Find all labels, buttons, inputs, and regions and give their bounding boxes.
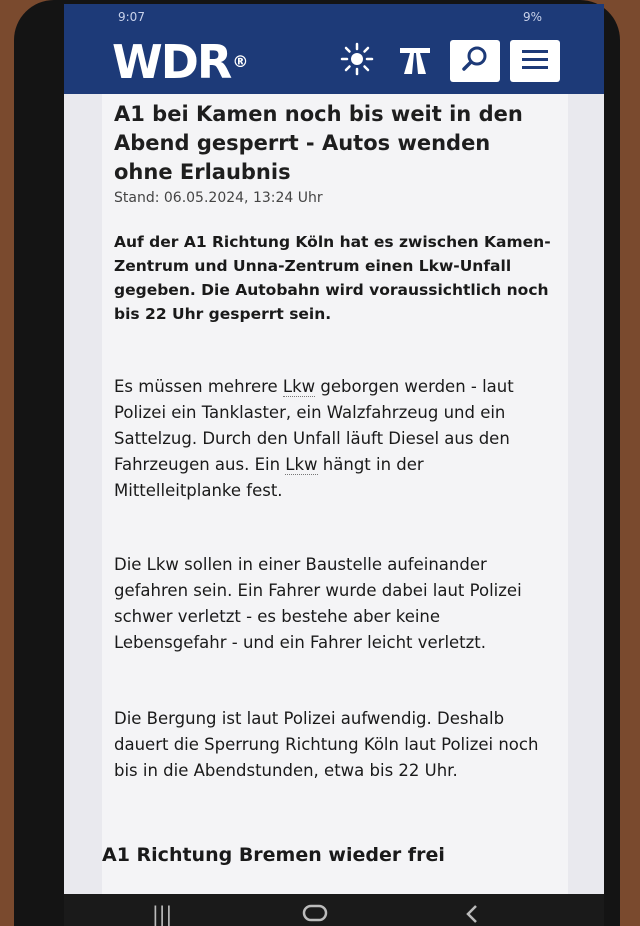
paragraph-text: Es müssen mehrere bbox=[114, 377, 283, 396]
screen: 9:07 9% WDR ® A1 bei Kamen noch bis weit… bbox=[64, 4, 604, 926]
weather-button[interactable] bbox=[332, 40, 382, 82]
article-paragraph-2: Die Lkw sollen in einer Baustelle aufein… bbox=[114, 555, 522, 652]
traffic-button[interactable] bbox=[390, 40, 440, 82]
status-time: 9:07 bbox=[118, 10, 145, 24]
article-lead: Auf der A1 Richtung Köln hat es zwischen… bbox=[114, 233, 551, 323]
article-timestamp: Stand: 06.05.2024, 13:24 Uhr bbox=[114, 190, 323, 206]
article-paragraph-3: Die Bergung ist laut Polizei aufwendig. … bbox=[114, 709, 539, 780]
status-bar: 9:07 9% bbox=[64, 4, 604, 30]
article-content: A1 bei Kamen noch bis weit in den Abend … bbox=[102, 94, 568, 894]
home-icon[interactable] bbox=[302, 904, 328, 925]
search-icon bbox=[460, 44, 490, 78]
phone-frame: 9:07 9% WDR ® A1 bei Kamen noch bis weit… bbox=[14, 0, 620, 926]
article-paragraph-1: Es müssen mehrere Lkw geborgen werden - … bbox=[114, 374, 554, 504]
lkw-abbreviation[interactable]: Lkw bbox=[282, 377, 316, 397]
menu-button[interactable] bbox=[510, 40, 560, 82]
site-header: 9:07 9% WDR ® bbox=[64, 4, 604, 94]
lkw-abbreviation[interactable]: Lkw bbox=[285, 455, 318, 475]
search-button[interactable] bbox=[450, 40, 500, 82]
sun-icon bbox=[340, 42, 374, 80]
menu-icon bbox=[520, 47, 550, 75]
recent-apps-icon[interactable]: ||| bbox=[152, 904, 172, 924]
android-nav-bar: ||| bbox=[64, 894, 604, 926]
logo-mark: ® bbox=[232, 52, 248, 71]
back-icon[interactable] bbox=[464, 904, 480, 926]
logo-text: WDR bbox=[112, 35, 232, 89]
highway-icon bbox=[396, 42, 434, 80]
article-subheading: A1 Richtung Bremen wieder frei bbox=[102, 844, 445, 866]
article-headline: A1 bei Kamen noch bis weit in den Abend … bbox=[114, 102, 523, 184]
wdr-logo[interactable]: WDR ® bbox=[112, 35, 248, 89]
status-battery: 9% bbox=[522, 10, 542, 24]
